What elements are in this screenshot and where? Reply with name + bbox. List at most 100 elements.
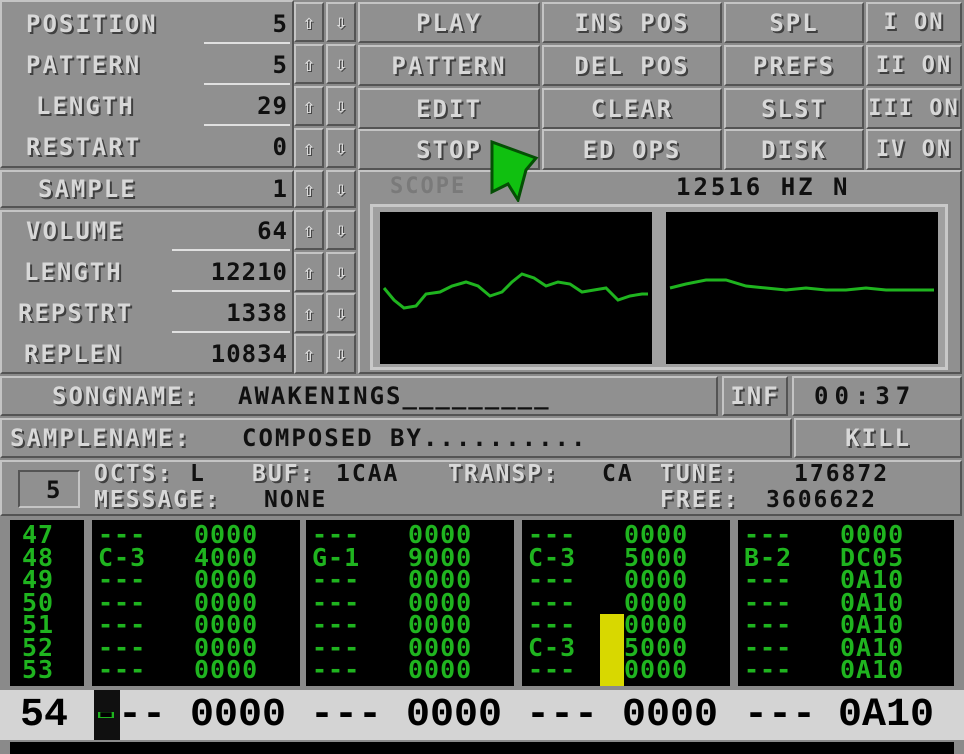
mouse-pointer-icon [490, 140, 539, 202]
sample-length-underline [172, 290, 290, 292]
song-length-up-arrow-icon[interactable]: ⇧ [294, 86, 324, 126]
edit-cursor [600, 614, 624, 686]
sample-value[interactable]: 1 [273, 177, 288, 201]
position-down-arrow-icon[interactable]: ⇩ [326, 2, 356, 42]
track-2-notes: --- G-1 --- --- --- --- --- [312, 520, 361, 684]
restart-down-arrow-icon[interactable]: ⇩ [326, 128, 356, 168]
spl-button[interactable]: SPL [724, 2, 864, 43]
track-1[interactable]: --- C-3 --- --- --- --- --- 0000 4000 00… [92, 520, 300, 686]
buf-value: 1CAA [336, 461, 400, 487]
songname-label: SONGNAME: [52, 382, 201, 410]
repstrt-underline [172, 331, 290, 333]
row-numbers: 47 48 49 50 51 52 53 [22, 520, 55, 684]
slst-button[interactable]: SLST [724, 88, 864, 129]
channel-4-toggle[interactable]: IV ON [866, 129, 962, 170]
song-length-down-arrow-icon[interactable]: ⇩ [326, 86, 356, 126]
transp-label: TRANSP: [448, 461, 559, 487]
playback-timer: 00:37 [814, 382, 917, 410]
sample-length-up-arrow-icon[interactable]: ⇧ [294, 252, 324, 292]
free-value: 3606622 [766, 487, 877, 513]
row-number-column: 47 48 49 50 51 52 53 [10, 520, 84, 686]
current-row-track-2-cmd: 0000 [406, 693, 503, 738]
volume-underline [172, 249, 290, 251]
current-row-track-1-note: --- [94, 693, 167, 738]
current-row-track-2-note: --- [310, 693, 383, 738]
kill-button[interactable]: KILL [794, 418, 962, 458]
position-up-arrow-icon[interactable]: ⇧ [294, 2, 324, 42]
volume-up-arrow-icon[interactable]: ⇧ [294, 210, 324, 250]
pattern-label: PATTERN [26, 51, 142, 79]
transp-value: CA [602, 461, 634, 487]
samplename-value[interactable]: COMPOSED BY.......... [242, 426, 587, 450]
restart-up-arrow-icon[interactable]: ⇧ [294, 128, 324, 168]
free-label: FREE: [660, 487, 740, 513]
inf-button[interactable]: INF [722, 376, 788, 416]
song-length-value[interactable]: 29 [257, 94, 288, 118]
restart-label: RESTART [26, 133, 142, 161]
track-3[interactable]: --- C-3 --- --- --- C-3 --- 0000 5000 00… [522, 520, 730, 686]
volume-label: VOLUME [26, 217, 125, 245]
repstrt-down-arrow-icon[interactable]: ⇩ [326, 293, 356, 333]
pattern-up-arrow-icon[interactable]: ⇧ [294, 44, 324, 84]
ins-pos-button[interactable]: INS POS [542, 2, 722, 43]
sample-length-down-arrow-icon[interactable]: ⇩ [326, 252, 356, 292]
track-2-commands: 0000 9000 0000 0000 0000 0000 0000 [408, 520, 473, 684]
channel-2-toggle[interactable]: II ON [866, 45, 962, 86]
sample-length-value[interactable]: 12210 [211, 260, 288, 284]
tune-value: 176872 [794, 461, 890, 487]
clear-button[interactable]: CLEAR [542, 88, 722, 129]
next-rows-strip [10, 742, 954, 754]
repstrt-label: REPSTRT [18, 299, 134, 327]
sample-frequency: 12516 HZ N [676, 173, 851, 201]
volume-value[interactable]: 64 [257, 219, 288, 243]
sample-up-arrow-icon[interactable]: ⇧ [294, 170, 324, 208]
pattern-button[interactable]: PATTERN [358, 45, 540, 86]
current-row-number: 54 [20, 693, 69, 738]
current-row-track-3-note: --- [526, 693, 599, 738]
replen-up-arrow-icon[interactable]: ⇧ [294, 334, 324, 374]
repstrt-value[interactable]: 1338 [226, 301, 288, 325]
replen-down-arrow-icon[interactable]: ⇩ [326, 334, 356, 374]
scope-label: SCOPE [390, 174, 467, 199]
channel-3-toggle[interactable]: III ON [866, 88, 962, 129]
ed-ops-button[interactable]: ED OPS [542, 129, 722, 170]
current-row-track-4-note: --- [744, 693, 817, 738]
pattern-underline [204, 83, 290, 85]
scope-left-channel [380, 212, 652, 364]
songname-value[interactable]: AWAKENINGS_________ [238, 384, 551, 408]
track-3-notes: --- C-3 --- --- --- C-3 --- [528, 520, 577, 684]
pattern-value[interactable]: 5 [273, 53, 288, 77]
octs-value: L [190, 461, 206, 487]
sample-down-arrow-icon[interactable]: ⇩ [326, 170, 356, 208]
track-4-notes: --- B-2 --- --- --- --- --- [744, 520, 793, 684]
replen-value[interactable]: 10834 [211, 342, 288, 366]
current-row-track-4-cmd: 0A10 [838, 693, 935, 738]
tune-label: TUNE: [660, 461, 740, 487]
track-1-notes: --- C-3 --- --- --- --- --- [98, 520, 147, 684]
track-4-commands: 0000 DC05 0A10 0A10 0A10 0A10 0A10 [840, 520, 905, 684]
track-2[interactable]: --- G-1 --- --- --- --- --- 0000 9000 00… [306, 520, 514, 686]
scope-right-waveform [669, 278, 934, 292]
track-4[interactable]: --- B-2 --- --- --- --- --- 0000 DC05 0A… [738, 520, 954, 686]
buf-label: BUF: [252, 461, 316, 487]
channel-1-toggle[interactable]: I ON [866, 2, 962, 43]
scope-right-channel [666, 212, 938, 364]
disk-button[interactable]: DISK [724, 129, 864, 170]
samplename-label: SAMPLENAME: [10, 424, 191, 452]
scope-left-waveform [382, 272, 648, 310]
prefs-button[interactable]: PREFS [724, 45, 864, 86]
track-1-commands: 0000 4000 0000 0000 0000 0000 0000 [194, 520, 259, 684]
play-button[interactable]: PLAY [358, 2, 540, 43]
volume-down-arrow-icon[interactable]: ⇩ [326, 210, 356, 250]
track-3-commands: 0000 5000 0000 0000 0000 5000 0000 [624, 520, 689, 684]
position-value[interactable]: 5 [273, 12, 288, 36]
edit-button[interactable]: EDIT [358, 88, 540, 129]
position-label: POSITION [26, 10, 158, 38]
repstrt-up-arrow-icon[interactable]: ⇧ [294, 293, 324, 333]
del-pos-button[interactable]: DEL POS [542, 45, 722, 86]
octs-label: OCTS: [94, 461, 174, 487]
pattern-down-arrow-icon[interactable]: ⇩ [326, 44, 356, 84]
restart-value[interactable]: 0 [273, 135, 288, 159]
message-label: MESSAGE: [94, 487, 221, 513]
sample-label: SAMPLE [38, 175, 137, 203]
